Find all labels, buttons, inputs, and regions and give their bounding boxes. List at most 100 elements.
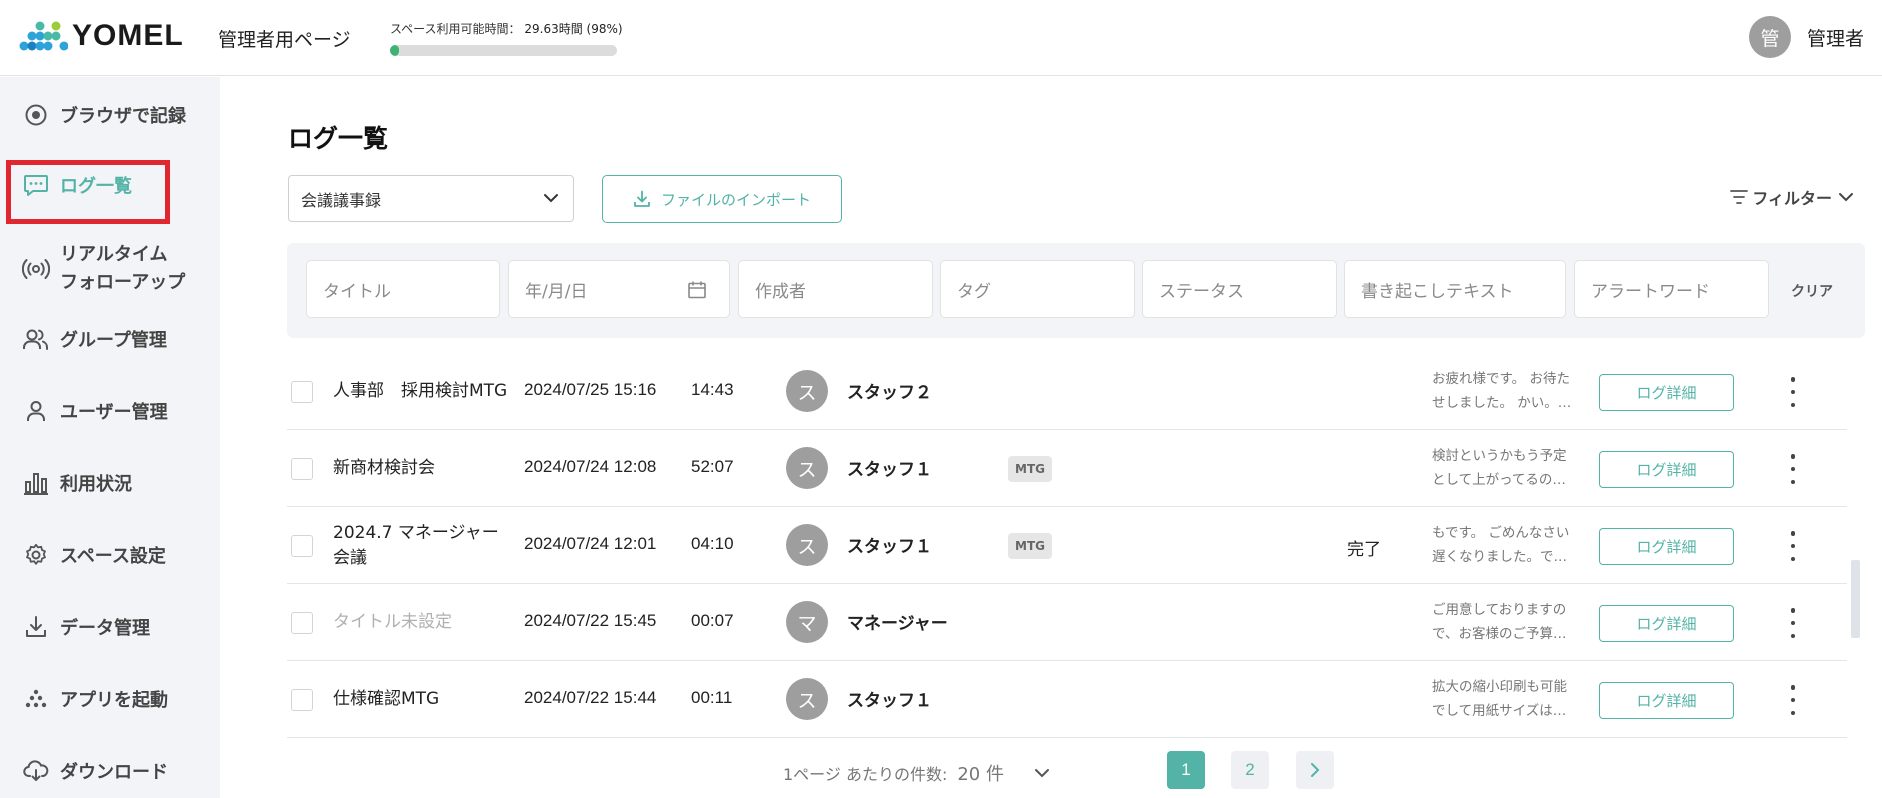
log-detail-button[interactable]: ログ詳細	[1599, 374, 1734, 411]
row-transcript-preview: 検討というかもう予定 として上がってるの…	[1432, 444, 1582, 492]
usage-label-text: スペース利用可能時間：	[390, 22, 521, 36]
calendar-icon[interactable]	[687, 280, 707, 300]
row-title: 仕様確認MTG	[333, 689, 440, 709]
more-vertical-icon[interactable]	[1787, 377, 1799, 407]
row-author: スタッフ１	[847, 691, 932, 711]
page-button-2[interactable]: 2	[1231, 751, 1269, 789]
chevron-down-icon	[541, 188, 561, 212]
main-content: ログ一覧 会議議事録 ファイルのインポート フィルター タイトル 年/月/日 作…	[220, 77, 1882, 798]
filter-title-input[interactable]: タイトル	[306, 260, 500, 318]
preview-line-1: 検討というかもう予定	[1432, 448, 1567, 464]
filter-date-input[interactable]: 年/月/日	[508, 260, 730, 318]
clear-filters-button[interactable]: クリア	[1791, 281, 1833, 301]
row-checkbox[interactable]	[291, 535, 313, 557]
usage-label: スペース利用可能時間： 29.63時間 (98%)	[390, 20, 623, 37]
log-detail-button[interactable]: ログ詳細	[1599, 451, 1734, 488]
row-duration: 04:10	[691, 534, 734, 553]
table-row[interactable]: 仕様確認MTG 2024/07/22 15:44 00:11 ス スタッフ１ 拡…	[287, 661, 1847, 738]
table-row[interactable]: タイトル未設定 2024/07/22 15:45 00:07 マ マネージャー …	[287, 584, 1847, 661]
sidebar-item-realtime-followup[interactable]: リアルタイム フォローアップ	[0, 239, 220, 299]
table-row[interactable]: 人事部 採用検討MTG 2024/07/25 15:16 14:43 ス スタッ…	[287, 353, 1847, 430]
admin-page-label: 管理者用ページ	[218, 29, 351, 51]
more-vertical-icon[interactable]	[1787, 608, 1799, 638]
row-title: 2024.7 マネージャー会議	[333, 522, 499, 568]
chevron-right-icon	[1311, 763, 1320, 777]
filter-status-input[interactable]: ステータス	[1142, 260, 1337, 318]
sidebar-item-usage[interactable]: 利用状況	[0, 463, 220, 503]
log-detail-button[interactable]: ログ詳細	[1599, 682, 1734, 719]
broadcast-icon	[22, 255, 50, 283]
yomel-logo[interactable]: YOMEL	[18, 18, 184, 54]
more-vertical-icon[interactable]	[1787, 531, 1799, 561]
row-transcript-preview: ご用意しておりますの で、お客様のご予算…	[1432, 598, 1582, 646]
active-item-highlight	[6, 160, 170, 224]
import-file-label: ファイルのインポート	[660, 190, 811, 209]
more-vertical-icon[interactable]	[1787, 454, 1799, 484]
sidebar-item-label: ユーザー管理	[60, 402, 168, 423]
sidebar-item-user-management[interactable]: ユーザー管理	[0, 391, 220, 431]
sidebar: ブラウザで記録 ログ一覧 リアルタイム フォローアップ グループ管理 ユーザー管…	[0, 77, 220, 798]
sidebar-item-label: 利用状況	[60, 474, 132, 495]
log-type-select-value: 会議議事録	[301, 190, 382, 210]
preview-line-1: もです。 ごめんなさい	[1432, 525, 1570, 541]
filter-toggle-button[interactable]: フィルター	[1726, 185, 1860, 209]
filter-tag-input[interactable]: タグ	[940, 260, 1135, 318]
usage-meter: スペース利用可能時間： 29.63時間 (98%)	[390, 20, 623, 56]
log-detail-button[interactable]: ログ詳細	[1599, 605, 1734, 642]
app-header: YOMEL 管理者用ページ スペース利用可能時間： 29.63時間 (98%) …	[0, 0, 1882, 76]
avatar: ス	[786, 524, 828, 566]
sidebar-item-data-management[interactable]: データ管理	[0, 607, 220, 647]
row-checkbox[interactable]	[291, 612, 313, 634]
log-detail-button[interactable]: ログ詳細	[1599, 528, 1734, 565]
row-checkbox[interactable]	[291, 381, 313, 403]
logo-mark-icon	[18, 18, 69, 54]
app-launch-icon	[22, 685, 50, 713]
sidebar-item-download[interactable]: ダウンロード	[0, 751, 220, 791]
filter-label: フィルター	[1752, 189, 1832, 208]
sidebar-item-launch-app[interactable]: アプリを起動	[0, 679, 220, 719]
row-checkbox[interactable]	[291, 689, 313, 711]
preview-line-2: として上がってるの…	[1432, 472, 1566, 488]
row-duration: 00:11	[691, 688, 733, 707]
per-page-value: 20 件	[957, 764, 1004, 785]
row-status: 完了	[1347, 540, 1381, 560]
more-vertical-icon[interactable]	[1787, 685, 1799, 715]
scrollbar-thumb[interactable]	[1851, 560, 1860, 638]
row-title: 新商材検討会	[333, 458, 435, 478]
table-row[interactable]: 新商材検討会 2024/07/24 12:08 52:07 ス スタッフ１ MT…	[287, 430, 1847, 507]
row-transcript-preview: 拡大の縮小印刷も可能 でして用紙サイズは…	[1432, 675, 1582, 723]
sidebar-item-label: アプリを起動	[60, 690, 168, 711]
bar-chart-icon	[22, 469, 50, 497]
preview-line-2: 遅くなりました。で…	[1432, 549, 1567, 565]
row-transcript-preview: お疲れ様です。 お待た せしました。 かい。…	[1432, 367, 1582, 415]
row-date: 2024/07/24 12:01	[524, 534, 657, 553]
sidebar-item-group-management[interactable]: グループ管理	[0, 319, 220, 359]
avatar[interactable]: 管	[1748, 16, 1791, 58]
row-checkbox[interactable]	[291, 458, 313, 480]
table-scrollbar[interactable]	[1848, 420, 1862, 792]
row-date: 2024/07/22 15:45	[524, 611, 657, 630]
filter-bar: タイトル 年/月/日 作成者 タグ ステータス 書き起こしテキスト アラートワー…	[287, 243, 1865, 338]
row-author: スタッフ１	[847, 460, 932, 480]
import-file-button[interactable]: ファイルのインポート	[602, 175, 842, 223]
page-title: ログ一覧	[288, 124, 389, 153]
user-name[interactable]: 管理者	[1807, 24, 1864, 51]
per-page-label: 1ページ あたりの件数:	[783, 765, 948, 784]
sidebar-item-space-settings[interactable]: スペース設定	[0, 535, 220, 575]
next-page-button[interactable]	[1296, 751, 1334, 789]
row-title: 人事部 採用検討MTG	[333, 381, 508, 401]
table-row[interactable]: 2024.7 マネージャー会議 2024/07/24 12:01 04:10 ス…	[287, 507, 1847, 584]
sidebar-item-browser-record[interactable]: ブラウザで記録	[0, 95, 220, 135]
page-button-1[interactable]: 1	[1167, 751, 1205, 789]
avatar: ス	[786, 370, 828, 412]
filter-alert-word-input[interactable]: アラートワード	[1574, 260, 1769, 318]
log-type-select[interactable]: 会議議事録	[288, 175, 574, 222]
sidebar-item-label: リアルタイム	[60, 244, 168, 265]
preview-line-2: で、お客様のご予算…	[1432, 626, 1567, 642]
record-icon	[22, 101, 50, 129]
per-page-selector[interactable]: 1ページ あたりの件数: 20 件	[783, 760, 1052, 786]
filter-author-input[interactable]: 作成者	[738, 260, 933, 318]
user-menu[interactable]: 管 管理者	[1748, 16, 1882, 58]
filter-transcript-input[interactable]: 書き起こしテキスト	[1344, 260, 1566, 318]
gear-icon	[22, 541, 50, 569]
